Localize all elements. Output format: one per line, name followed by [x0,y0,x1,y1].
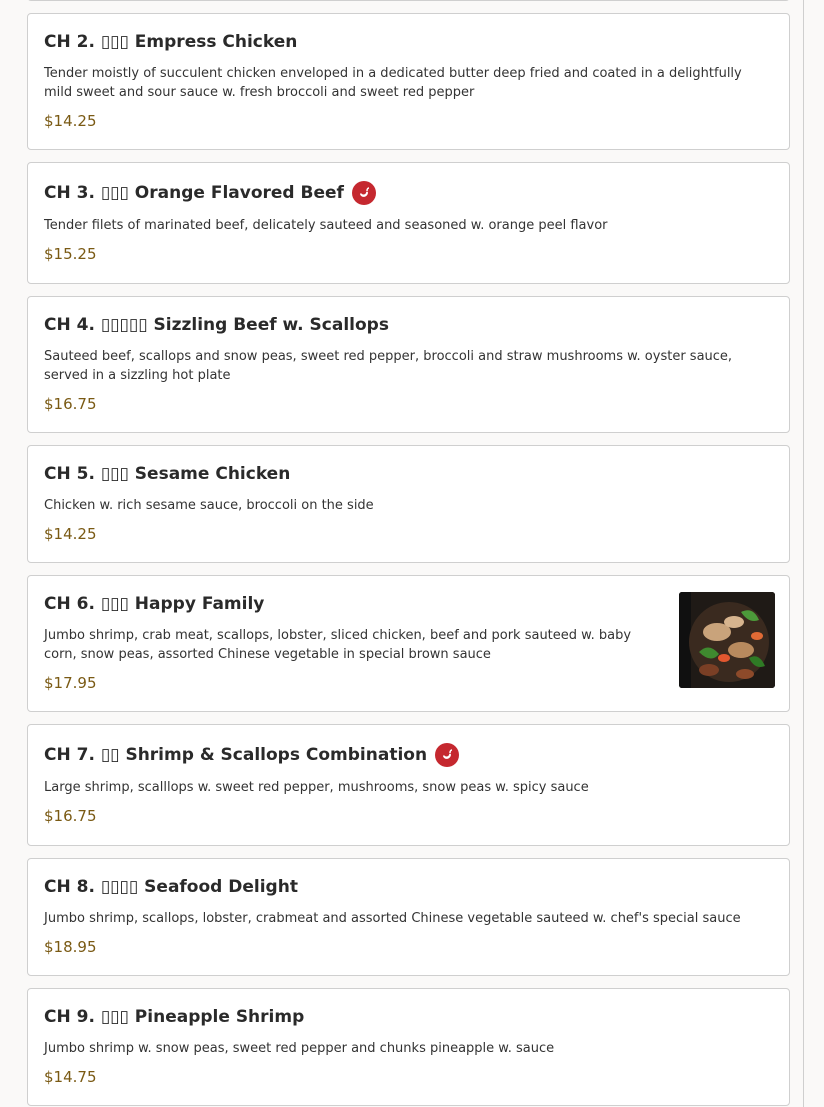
menu-item-price: $15.25 [44,245,97,263]
menu-item-card[interactable]: CH 2. ▯▯▯ Empress Chicken Tender moistly… [27,13,790,150]
menu-item-price: $18.95 [44,938,97,956]
menu-item-description: Jumbo shrimp, scallops, lobster, crabmea… [44,911,741,926]
menu-item-price: $16.75 [44,807,97,825]
menu-item-card[interactable]: CH 6. ▯▯▯ Happy Family Jumbo shrimp, cra… [27,575,790,712]
menu-item-title-text: CH 9. ▯▯▯ Pineapple Shrimp [44,1007,305,1027]
menu-item-price: $17.95 [44,674,97,692]
menu-item-card[interactable]: CH 8. ▯▯▯▯ Seafood Delight Jumbo shrimp,… [27,858,790,976]
menu-item-title-text: CH 6. ▯▯▯ Happy Family [44,594,265,614]
menu-item-description: Jumbo shrimp w. snow peas, sweet red pep… [44,1041,555,1056]
menu-list: CH 2. ▯▯▯ Empress Chicken Tender moistly… [0,0,804,1107]
menu-item-price: $14.75 [44,1068,97,1086]
menu-item-card[interactable]: CH 5. ▯▯▯ Sesame Chicken Chicken w. rich… [27,445,790,563]
chili-pepper-icon [351,181,376,205]
menu-item-title-text: CH 4. ▯▯▯▯▯ Sizzling Beef w. Scallops [44,315,389,335]
menu-item-title-text: CH 8. ▯▯▯▯ Seafood Delight [44,877,298,897]
menu-item-card[interactable]: CH 3. ▯▯▯ Orange Flavored Beef Tender fi… [27,162,790,284]
menu-item-title: CH 2. ▯▯▯ Empress Chicken [44,32,297,52]
menu-item-card[interactable]: CH 9. ▯▯▯ Pineapple Shrimp Jumbo shrimp … [27,988,790,1106]
menu-item-title: CH 6. ▯▯▯ Happy Family [44,594,264,614]
menu-item-price: $14.25 [44,112,97,130]
menu-item-price: $14.25 [44,525,97,543]
menu-item-title-text: CH 3. ▯▯▯ Orange Flavored Beef [44,183,344,203]
menu-item-title-text: CH 2. ▯▯▯ Empress Chicken [44,32,298,52]
menu-item-card[interactable]: CH 4. ▯▯▯▯▯ Sizzling Beef w. Scallops Sa… [27,296,790,433]
menu-item-photo[interactable] [679,592,775,688]
dish-photo-illustration [679,592,775,688]
menu-item-card-partial[interactable] [27,0,790,1]
menu-item-title: CH 9. ▯▯▯ Pineapple Shrimp [44,1007,304,1027]
menu-item-card[interactable]: CH 7. ▯▯ Shrimp & Scallops Combination L… [27,724,790,846]
menu-item-title: CH 4. ▯▯▯▯▯ Sizzling Beef w. Scallops [44,315,389,335]
menu-item-description: Tender filets of marinated beef, delicat… [44,218,608,233]
menu-item-description: Sauteed beef, scallops and snow peas, sw… [44,349,733,383]
menu-item-title: CH 5. ▯▯▯ Sesame Chicken [44,464,290,484]
menu-item-title-text: CH 5. ▯▯▯ Sesame Chicken [44,464,291,484]
menu-item-description: Jumbo shrimp, crab meat, scallops, lobst… [44,628,632,662]
menu-item-title: CH 7. ▯▯ Shrimp & Scallops Combination [44,743,460,767]
menu-item-title: CH 3. ▯▯▯ Orange Flavored Beef [44,181,376,205]
menu-item-title: CH 8. ▯▯▯▯ Seafood Delight [44,877,298,897]
menu-item-description: Large shrimp, scalllops w. sweet red pep… [44,780,589,795]
menu-item-title-text: CH 7. ▯▯ Shrimp & Scallops Combination [44,745,428,765]
chili-pepper-icon [435,743,460,767]
menu-item-description: Chicken w. rich sesame sauce, broccoli o… [44,498,374,513]
menu-item-description: Tender moistly of succulent chicken enve… [44,66,742,100]
menu-item-price: $16.75 [44,395,97,413]
